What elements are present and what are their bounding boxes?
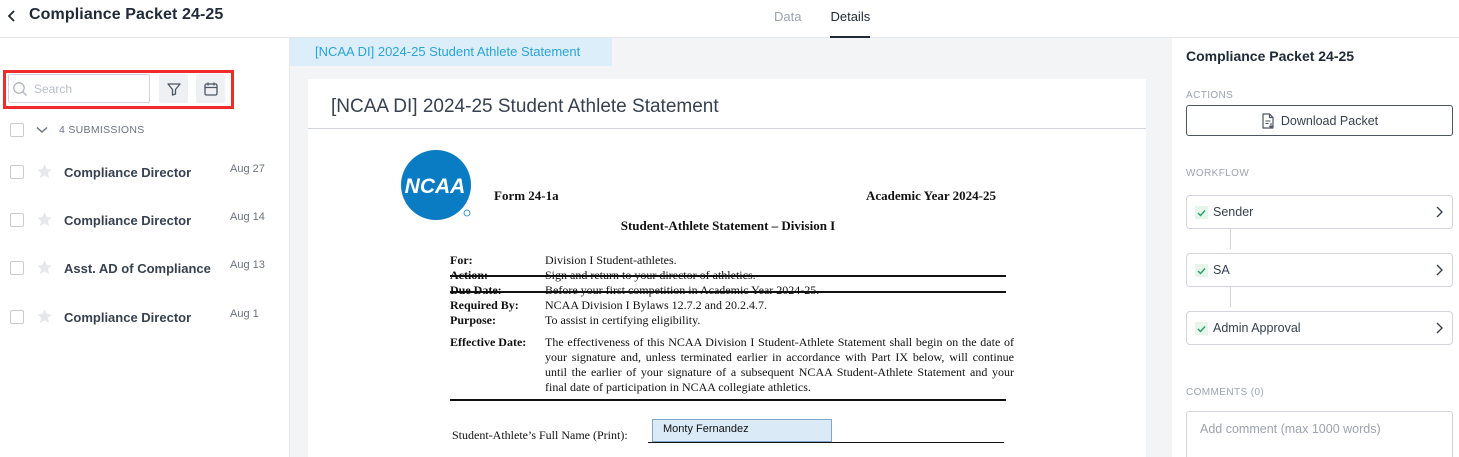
name-underline — [648, 442, 1004, 443]
comments-label: COMMENTS (0) — [1186, 387, 1265, 398]
document-card: [NCAA DI] 2024-25 Student Athlete Statem… — [308, 79, 1146, 457]
field-label: Action: — [450, 268, 488, 282]
workflow-connector — [1230, 287, 1231, 307]
chevron-down-icon — [36, 126, 48, 133]
workflow-label: WORKFLOW — [1186, 168, 1250, 179]
form-rule — [450, 399, 1006, 401]
submission-date: Aug 14 — [230, 211, 265, 223]
check-icon — [1195, 264, 1208, 277]
check-icon — [1195, 206, 1208, 219]
field-value: NCAA Division I Bylaws 12.7.2 and 20.2.4… — [545, 298, 767, 312]
top-bar: Compliance Packet 24-25 Data Details — [0, 0, 1459, 38]
effective-date-text: The effectiveness of this NCAA Division … — [545, 335, 1014, 394]
form-number: Form 24-1a — [494, 188, 559, 203]
chevron-right-icon — [1436, 264, 1443, 276]
effective-date-label: Effective Date: — [450, 335, 527, 349]
comment-input[interactable] — [1186, 411, 1453, 457]
chevron-right-icon — [1436, 206, 1443, 218]
submissions-header: 4 SUBMISSIONS — [10, 123, 145, 137]
download-label: Download Packet — [1280, 113, 1379, 128]
submission-date: Aug 1 — [230, 308, 259, 320]
field-label: Purpose: — [450, 313, 496, 327]
collapse-toggle[interactable] — [36, 124, 48, 136]
submission-name: Compliance Director — [64, 165, 192, 180]
page-title: Compliance Packet 24-25 — [29, 6, 224, 23]
workflow-step-sender[interactable]: Sender — [1186, 195, 1453, 229]
chevron-left-icon — [7, 10, 15, 22]
row-checkbox[interactable] — [10, 261, 24, 275]
view-tabs: Data Details — [774, 0, 871, 38]
workflow-step-sa[interactable]: SA — [1186, 253, 1453, 287]
workflow-step-admin-approval[interactable]: Admin Approval — [1186, 311, 1453, 345]
field-value: Sign and return to your director of athl… — [545, 268, 756, 282]
row-checkbox[interactable] — [10, 213, 24, 227]
workflow-step-label: Sender — [1213, 205, 1254, 219]
field-label: Required By: — [450, 298, 519, 312]
ncaa-logo: NCAA — [401, 150, 471, 220]
workflow-step-label: SA — [1213, 263, 1230, 277]
row-checkbox[interactable] — [10, 310, 24, 324]
workflow-connector — [1230, 229, 1231, 249]
star-icon[interactable] — [36, 308, 53, 325]
row-checkbox[interactable] — [10, 165, 24, 179]
logo-text: NCAA — [405, 175, 466, 198]
list-item[interactable]: Asst. AD of Compliance Aug 13 — [10, 258, 280, 278]
list-item[interactable]: Compliance Director Aug 14 — [10, 210, 280, 230]
field-label: Due Date: — [450, 283, 502, 297]
field-value: Division I Student-athletes. — [545, 253, 677, 267]
submission-date: Aug 27 — [230, 163, 265, 175]
academic-year: Academic Year 2024-25 — [866, 188, 996, 203]
submission-name: Compliance Director — [64, 310, 192, 325]
back-button[interactable] — [4, 6, 20, 26]
document-tab[interactable]: [NCAA DI] 2024-25 Student Athlete Statem… — [290, 38, 612, 66]
tab-details[interactable]: Details — [830, 0, 871, 38]
document-viewer: [NCAA DI] 2024-25 Student Athlete Statem… — [290, 38, 1172, 457]
workflow-step-label: Admin Approval — [1213, 321, 1301, 335]
field-label: For: — [450, 253, 473, 267]
list-item[interactable]: Compliance Director Aug 27 — [10, 162, 280, 182]
submission-name: Compliance Director — [64, 213, 192, 228]
field-value: To assist in certifying eligibility. — [545, 313, 701, 327]
details-title: Compliance Packet 24-25 — [1186, 48, 1355, 64]
chevron-right-icon — [1436, 322, 1443, 334]
list-item[interactable]: Compliance Director Aug 1 — [10, 307, 280, 327]
select-all-checkbox[interactable] — [10, 123, 24, 137]
star-icon[interactable] — [36, 211, 53, 228]
tab-data[interactable]: Data — [774, 0, 801, 38]
form-heading: Student-Athlete Statement – Division I — [620, 218, 836, 233]
document-title: [NCAA DI] 2024-25 Student Athlete Statem… — [331, 96, 719, 117]
star-icon[interactable] — [36, 163, 53, 180]
document-download-icon — [1262, 112, 1274, 129]
document-tab-label: [NCAA DI] 2024-25 Student Athlete Statem… — [315, 44, 581, 59]
submissions-count: 4 SUBMISSIONS — [59, 124, 145, 136]
full-name-label: Student-Athlete’s Full Name (Print): — [452, 428, 628, 442]
star-icon[interactable] — [36, 259, 53, 276]
details-panel: Compliance Packet 24-25 ACTIONS Download… — [1172, 38, 1459, 457]
field-value: Before your first competition in Academi… — [545, 283, 820, 297]
actions-label: ACTIONS — [1186, 90, 1234, 101]
submissions-panel: 4 SUBMISSIONS Compliance Director Aug 27… — [0, 38, 290, 457]
submission-name: Asst. AD of Compliance — [64, 261, 211, 276]
search-toolbar-highlight — [3, 70, 234, 109]
check-icon — [1195, 322, 1208, 335]
submission-date: Aug 13 — [230, 259, 265, 271]
download-packet-button[interactable]: Download Packet — [1186, 105, 1453, 136]
form-page: NCAA Form 24-1a Academic Year 2024-25 St… — [308, 129, 1146, 457]
full-name-field[interactable]: Monty Fernandez — [652, 419, 832, 442]
